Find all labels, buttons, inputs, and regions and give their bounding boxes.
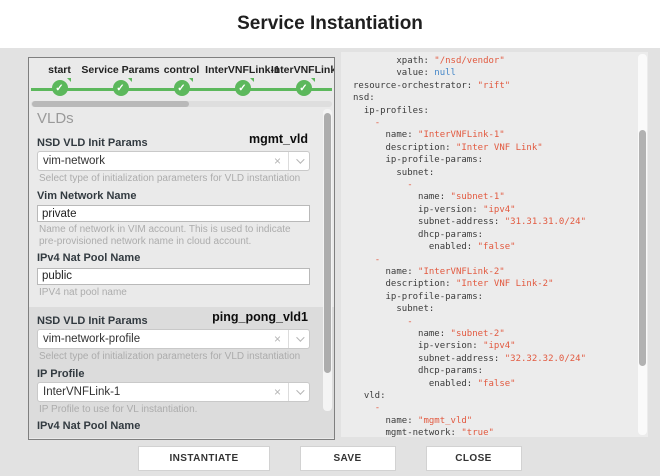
code-scrollbar[interactable] <box>638 54 647 435</box>
form-field: Vim Network Name Name of network in VIM a… <box>37 190 310 248</box>
form-field: IPv4 Nat Pool Name <box>37 420 310 432</box>
clear-icon[interactable]: × <box>267 330 289 348</box>
code-line: mgmt-network: "true" <box>353 427 632 437</box>
vld-section-ping-pong-vld1: ping_pong_vld1NSD VLD Init Paramsvim-net… <box>29 307 334 438</box>
close-button[interactable]: CLOSE <box>426 446 522 471</box>
code-line: dhcp-params: <box>353 229 632 241</box>
wizard-step-intervnflink-1[interactable]: InterVNFLink-1✓ <box>212 58 273 100</box>
wizard-step-label: InterVNFLink-1 <box>205 64 280 78</box>
yaml-preview-panel: xpath: "/nsd/vendor" value: nullresource… <box>341 52 648 437</box>
footer-buttons: INSTANTIATE SAVE CLOSE <box>0 446 660 471</box>
select-value: vim-network <box>43 155 267 167</box>
code-line: ip-profile-params: <box>353 154 632 166</box>
field-label: Vim Network Name <box>37 190 310 202</box>
instantiate-button[interactable]: INSTANTIATE <box>138 446 269 471</box>
wizard-step-service-params[interactable]: Service Params✓ <box>90 58 151 100</box>
code-line: enabled: "false" <box>353 378 632 390</box>
wizard-step-label: Service Params <box>81 64 159 78</box>
code-line: ip-profiles: <box>353 105 632 117</box>
vld-form-body: VLDs mgmt_vldNSD VLD Init Paramsvim-netw… <box>29 107 334 439</box>
code-line: ip-profile-params: <box>353 291 632 303</box>
vld-section-mgmt-vld: mgmt_vldNSD VLD Init Paramsvim-network×S… <box>29 129 334 307</box>
field-help: IPV4 nat pool name <box>39 287 310 299</box>
code-line: name: "subnet-2" <box>353 328 632 340</box>
wizard-step-label: InterVNFLink <box>271 64 335 78</box>
wizard-steps: start✓Service Params✓control✓InterVNFLin… <box>29 58 334 100</box>
wizard-stepper: start✓Service Params✓control✓InterVNFLin… <box>29 58 334 100</box>
code-line: subnet: <box>353 303 632 315</box>
code-line: vld: <box>353 390 632 402</box>
vlds-heading: VLDs <box>29 107 334 129</box>
nsd-vld-init-params-select[interactable]: vim-network-profile× <box>37 329 310 349</box>
dialog-body: start✓Service Params✓control✓InterVNFLin… <box>0 48 660 476</box>
code-line: name: "subnet-1" <box>353 191 632 203</box>
code-line: description: "Inter VNF Link" <box>353 142 632 154</box>
code-line: - <box>353 316 632 328</box>
code-line: value: null <box>353 67 632 79</box>
code-line: description: "Inter VNF Link-2" <box>353 278 632 290</box>
field-help: Select type of initialization parameters… <box>39 351 310 363</box>
step-check-icon: ✓ <box>235 80 251 96</box>
code-scrollbar-thumb[interactable] <box>639 130 646 366</box>
chevron-down-icon[interactable] <box>289 336 309 342</box>
step-check-icon: ✓ <box>174 80 190 96</box>
wizard-step-label: control <box>164 64 200 78</box>
dialog-header: Service Instantiation <box>0 0 660 48</box>
vld-sections: mgmt_vldNSD VLD Init Paramsvim-network×S… <box>29 129 334 438</box>
vld-form-panel: start✓Service Params✓control✓InterVNFLin… <box>28 57 335 440</box>
step-check-icon: ✓ <box>113 80 129 96</box>
wizard-pager: <<PreviousNext>> <box>29 438 334 439</box>
vld-name-badge: ping_pong_vld1 <box>212 310 308 324</box>
code-line: - <box>353 179 632 191</box>
code-line: enabled: "false" <box>353 241 632 253</box>
code-line: resource-orchestrator: "rift" <box>353 80 632 92</box>
select-value: InterVNFLink-1 <box>43 386 267 398</box>
code-line: xpath: "/nsd/vendor" <box>353 55 632 67</box>
step-check-icon: ✓ <box>52 80 68 96</box>
vld-name-badge: mgmt_vld <box>249 132 308 146</box>
step-check-icon: ✓ <box>296 80 312 96</box>
code-line: ip-version: "ipv4" <box>353 340 632 352</box>
code-line: - <box>353 117 632 129</box>
code-content: xpath: "/nsd/vendor" value: nullresource… <box>341 52 648 437</box>
code-line: name: "InterVNFLink-1" <box>353 129 632 141</box>
wizard-step-control[interactable]: control ✓ <box>151 58 212 100</box>
code-line: - <box>353 402 632 414</box>
field-label: IP Profile <box>37 368 310 380</box>
clear-icon[interactable]: × <box>267 383 289 401</box>
vertical-scrollbar[interactable] <box>323 109 332 411</box>
page-title: Service Instantiation <box>237 13 423 35</box>
code-line: dhcp-params: <box>353 365 632 377</box>
form-field: IPv4 Nat Pool Name IPV4 nat pool name <box>37 252 310 298</box>
code-line: nsd: <box>353 92 632 104</box>
chevron-down-icon[interactable] <box>289 389 309 395</box>
field-label: IPv4 Nat Pool Name <box>37 252 310 264</box>
chevron-down-icon[interactable] <box>289 158 309 164</box>
field-help: Name of network in VIM account. This is … <box>39 224 310 247</box>
wizard-step-label: start <box>48 64 71 78</box>
code-line: name: "mgmt_vld" <box>353 415 632 427</box>
field-help: IP Profile to use for VL instantiation. <box>39 404 310 416</box>
vertical-scrollbar-thumb[interactable] <box>324 113 331 373</box>
nsd-vld-init-params-select[interactable]: vim-network× <box>37 151 310 171</box>
save-button[interactable]: SAVE <box>300 446 396 471</box>
code-line: name: "InterVNFLink-2" <box>353 266 632 278</box>
ip-profile-select[interactable]: InterVNFLink-1× <box>37 382 310 402</box>
field-help: Select type of initialization parameters… <box>39 173 310 185</box>
vim-network-name-input[interactable] <box>37 205 310 222</box>
ipv4-nat-pool-name-input[interactable] <box>37 268 310 285</box>
code-line: ip-version: "ipv4" <box>353 204 632 216</box>
field-label: IPv4 Nat Pool Name <box>37 420 310 432</box>
code-line: subnet-address: "31.31.31.0/24" <box>353 216 632 228</box>
clear-icon[interactable]: × <box>267 152 289 170</box>
code-line: - <box>353 254 632 266</box>
code-line: subnet: <box>353 167 632 179</box>
wizard-step-intervnflink[interactable]: InterVNFLink ✓ <box>273 58 334 100</box>
code-line: subnet-address: "32.32.32.0/24" <box>353 353 632 365</box>
select-value: vim-network-profile <box>43 333 267 345</box>
form-field: IP Profile InterVNFLink-1× IP Profile to u… <box>37 368 310 416</box>
